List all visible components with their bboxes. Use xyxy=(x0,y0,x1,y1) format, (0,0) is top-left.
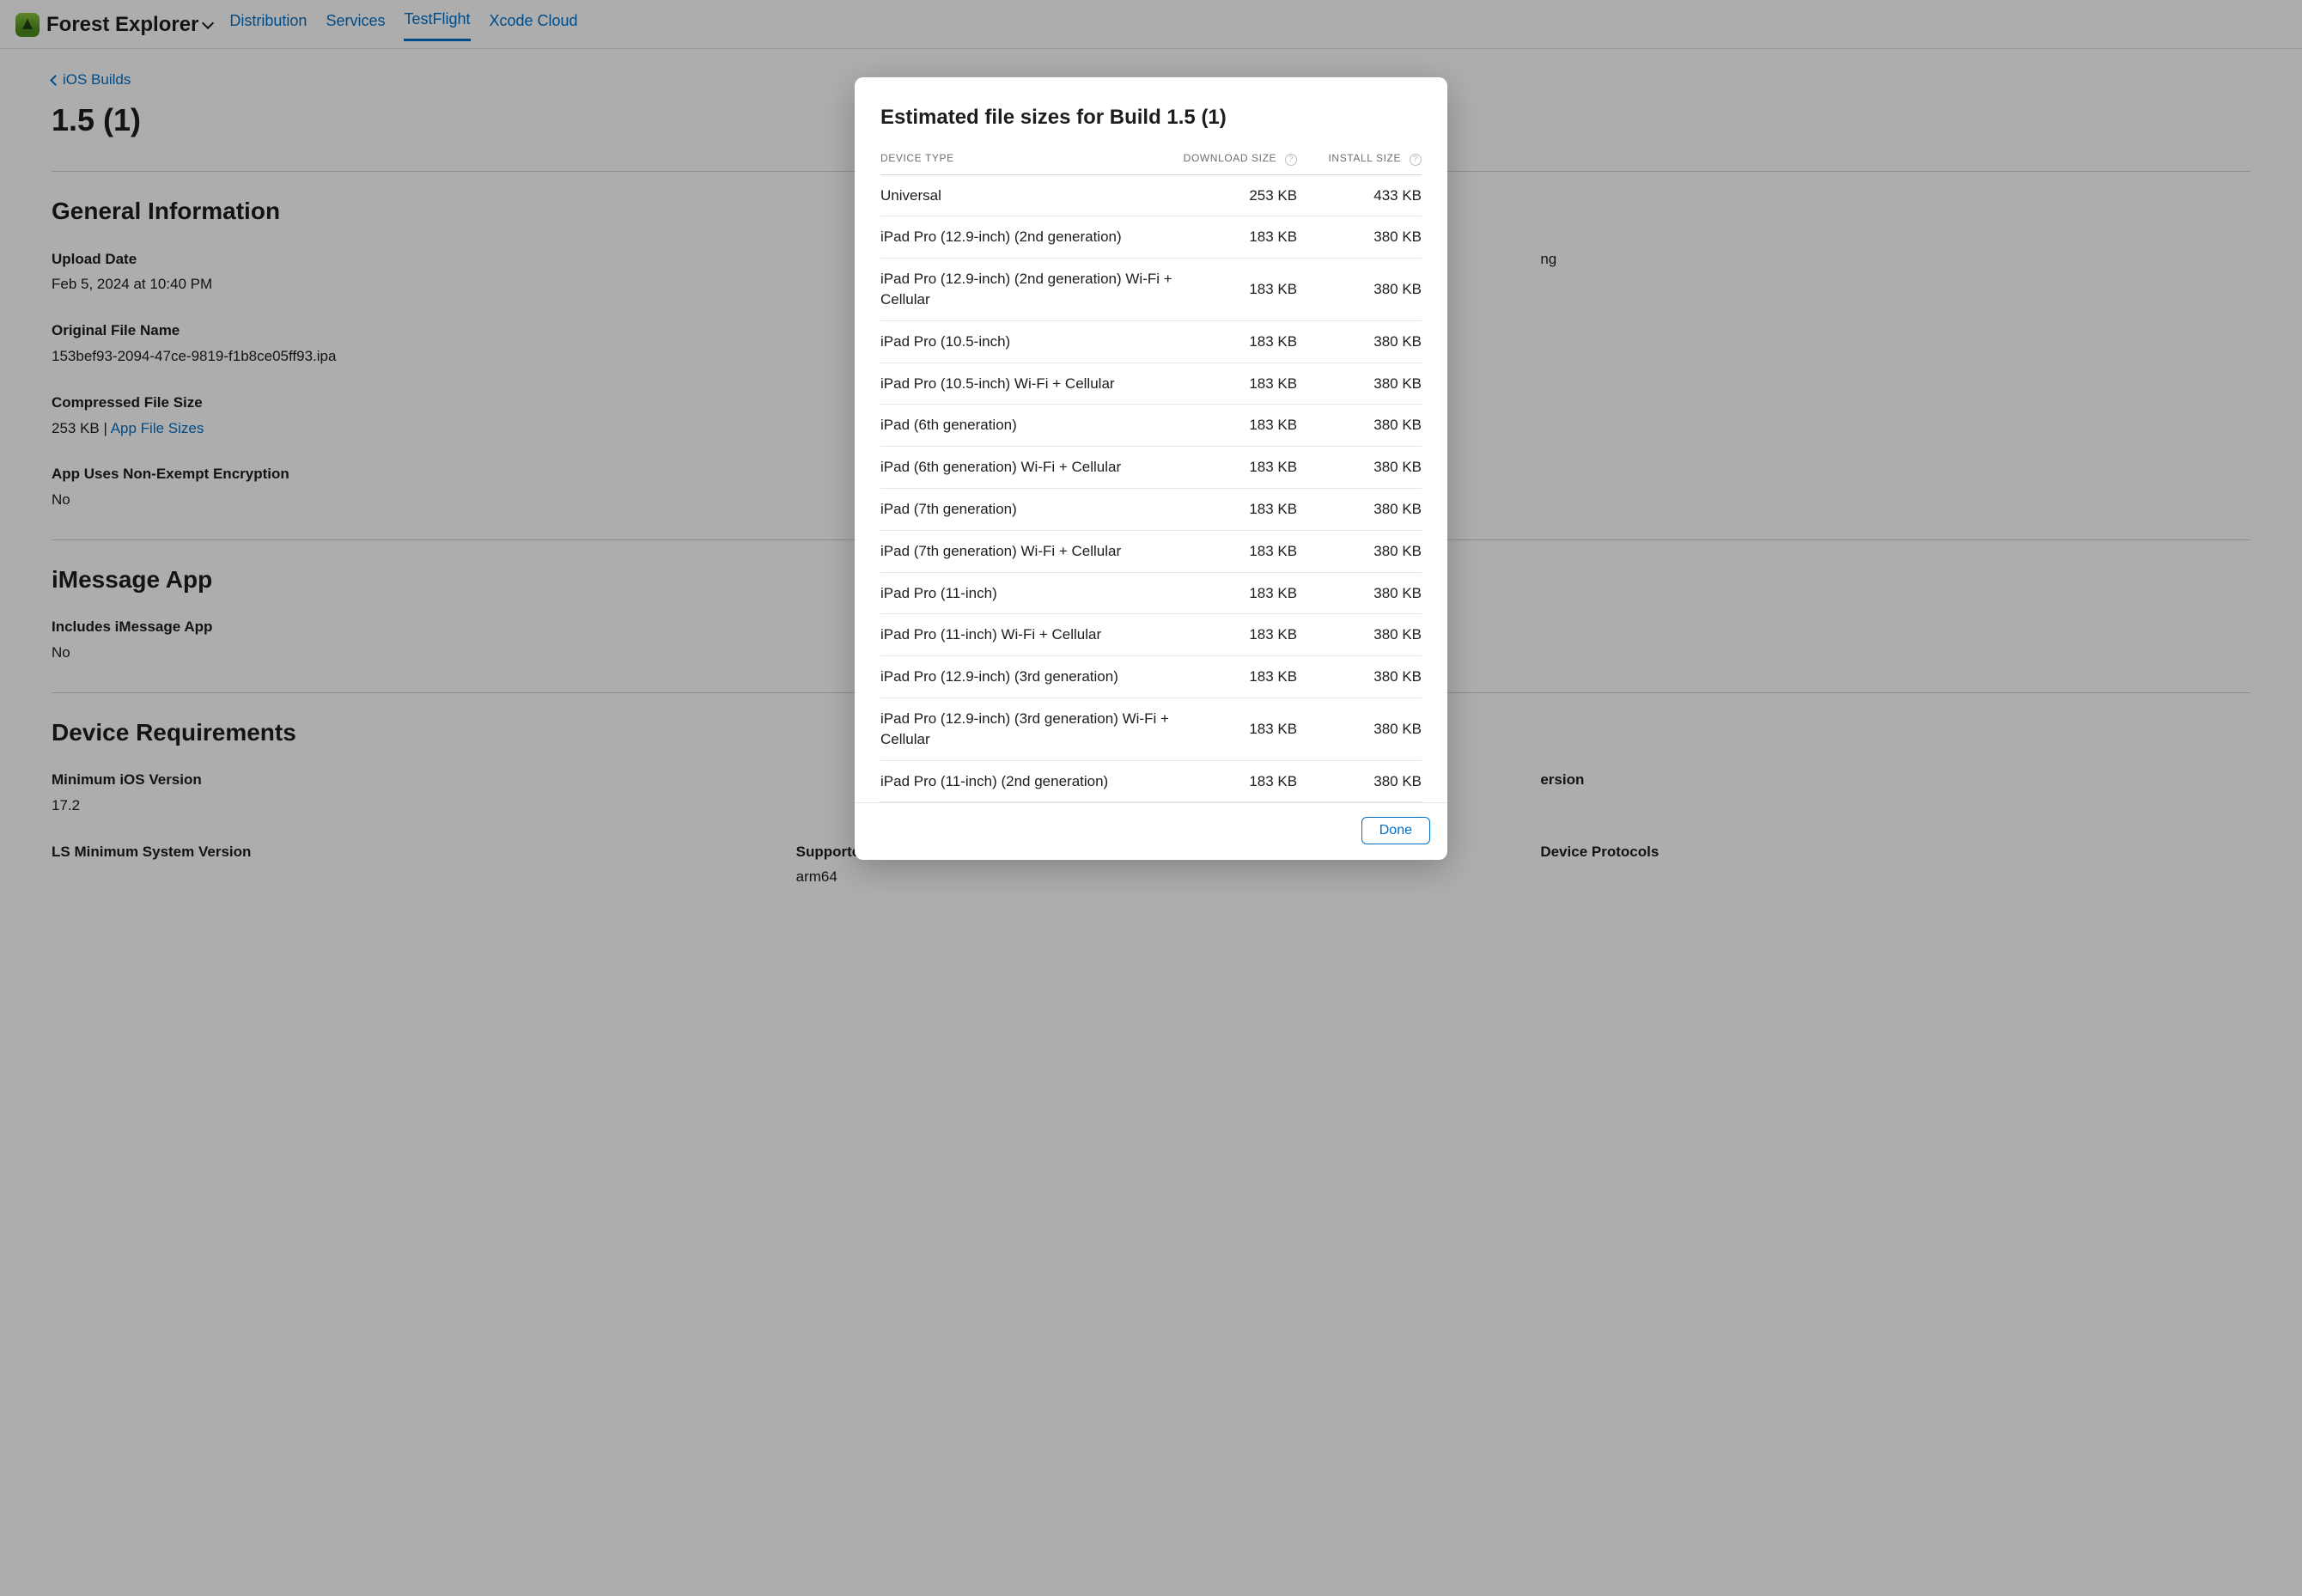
help-icon[interactable]: ? xyxy=(1285,154,1297,166)
download-size-cell: 183 KB xyxy=(1172,572,1297,614)
modal-footer: Done xyxy=(855,802,1447,860)
file-sizes-table: DEVICE TYPE DOWNLOAD SIZE ? INSTALL SIZE… xyxy=(880,141,1422,803)
download-size-cell: 183 KB xyxy=(1172,216,1297,259)
install-size-cell: 380 KB xyxy=(1297,320,1422,362)
device-type-cell: iPad Pro (12.9-inch) (2nd generation) Wi… xyxy=(880,259,1172,321)
modal-header: Estimated file sizes for Build 1.5 (1) xyxy=(855,77,1447,141)
table-row: iPad Pro (12.9-inch) (2nd generation) Wi… xyxy=(880,259,1422,321)
table-row: iPad Pro (10.5-inch) Wi-Fi + Cellular183… xyxy=(880,362,1422,405)
col-device-type: DEVICE TYPE xyxy=(880,141,1172,175)
install-size-cell: 380 KB xyxy=(1297,656,1422,698)
install-size-cell: 380 KB xyxy=(1297,697,1422,760)
download-size-cell: 183 KB xyxy=(1172,259,1297,321)
install-size-cell: 380 KB xyxy=(1297,362,1422,405)
col-download-size: DOWNLOAD SIZE ? xyxy=(1172,141,1297,175)
modal-body[interactable]: DEVICE TYPE DOWNLOAD SIZE ? INSTALL SIZE… xyxy=(855,141,1447,803)
device-type-cell: iPad (6th generation) xyxy=(880,405,1172,447)
table-row: iPad (6th generation) Wi-Fi + Cellular18… xyxy=(880,447,1422,489)
modal-title: Estimated file sizes for Build 1.5 (1) xyxy=(880,103,1422,132)
install-size-cell: 380 KB xyxy=(1297,216,1422,259)
device-type-cell: iPad (6th generation) Wi-Fi + Cellular xyxy=(880,447,1172,489)
download-size-cell: 253 KB xyxy=(1172,174,1297,216)
download-size-cell: 183 KB xyxy=(1172,530,1297,572)
device-type-cell: iPad Pro (12.9-inch) (3rd generation) Wi… xyxy=(880,697,1172,760)
help-icon[interactable]: ? xyxy=(1410,154,1422,166)
install-size-cell: 380 KB xyxy=(1297,530,1422,572)
download-size-cell: 183 KB xyxy=(1172,320,1297,362)
install-size-cell: 380 KB xyxy=(1297,488,1422,530)
device-type-cell: iPad (7th generation) xyxy=(880,488,1172,530)
download-size-cell: 183 KB xyxy=(1172,760,1297,802)
device-type-cell: iPad Pro (11-inch) Wi-Fi + Cellular xyxy=(880,614,1172,656)
device-type-cell: iPad (7th generation) Wi-Fi + Cellular xyxy=(880,530,1172,572)
table-row: Universal253 KB433 KB xyxy=(880,174,1422,216)
download-size-cell: 183 KB xyxy=(1172,697,1297,760)
device-type-cell: iPad Pro (10.5-inch) xyxy=(880,320,1172,362)
table-row: iPad Pro (11-inch) (2nd generation)183 K… xyxy=(880,760,1422,802)
file-sizes-modal: Estimated file sizes for Build 1.5 (1) D… xyxy=(855,77,1447,860)
table-row: iPad (7th generation) Wi-Fi + Cellular18… xyxy=(880,530,1422,572)
install-size-cell: 380 KB xyxy=(1297,760,1422,802)
modal-overlay: Estimated file sizes for Build 1.5 (1) D… xyxy=(0,0,2302,1596)
device-type-cell: iPad Pro (11-inch) (2nd generation) xyxy=(880,760,1172,802)
table-row: iPad Pro (12.9-inch) (3rd generation) Wi… xyxy=(880,697,1422,760)
table-row: iPad Pro (12.9-inch) (2nd generation)183… xyxy=(880,216,1422,259)
table-row: iPad Pro (11-inch)183 KB380 KB xyxy=(880,572,1422,614)
device-type-cell: iPad Pro (10.5-inch) Wi-Fi + Cellular xyxy=(880,362,1172,405)
device-type-cell: iPad Pro (12.9-inch) (2nd generation) xyxy=(880,216,1172,259)
table-row: iPad Pro (11-inch) Wi-Fi + Cellular183 K… xyxy=(880,614,1422,656)
download-size-cell: 183 KB xyxy=(1172,488,1297,530)
download-size-cell: 183 KB xyxy=(1172,362,1297,405)
install-size-cell: 433 KB xyxy=(1297,174,1422,216)
install-size-cell: 380 KB xyxy=(1297,614,1422,656)
done-button[interactable]: Done xyxy=(1361,817,1430,844)
table-row: iPad (7th generation)183 KB380 KB xyxy=(880,488,1422,530)
install-size-cell: 380 KB xyxy=(1297,259,1422,321)
download-size-cell: 183 KB xyxy=(1172,656,1297,698)
install-size-cell: 380 KB xyxy=(1297,447,1422,489)
install-size-cell: 380 KB xyxy=(1297,405,1422,447)
device-type-cell: iPad Pro (12.9-inch) (3rd generation) xyxy=(880,656,1172,698)
download-size-cell: 183 KB xyxy=(1172,614,1297,656)
table-row: iPad (6th generation)183 KB380 KB xyxy=(880,405,1422,447)
table-row: iPad Pro (10.5-inch)183 KB380 KB xyxy=(880,320,1422,362)
col-install-size: INSTALL SIZE ? xyxy=(1297,141,1422,175)
table-row: iPad Pro (12.9-inch) (3rd generation)183… xyxy=(880,656,1422,698)
download-size-cell: 183 KB xyxy=(1172,447,1297,489)
download-size-cell: 183 KB xyxy=(1172,405,1297,447)
device-type-cell: iPad Pro (11-inch) xyxy=(880,572,1172,614)
device-type-cell: Universal xyxy=(880,174,1172,216)
install-size-cell: 380 KB xyxy=(1297,572,1422,614)
